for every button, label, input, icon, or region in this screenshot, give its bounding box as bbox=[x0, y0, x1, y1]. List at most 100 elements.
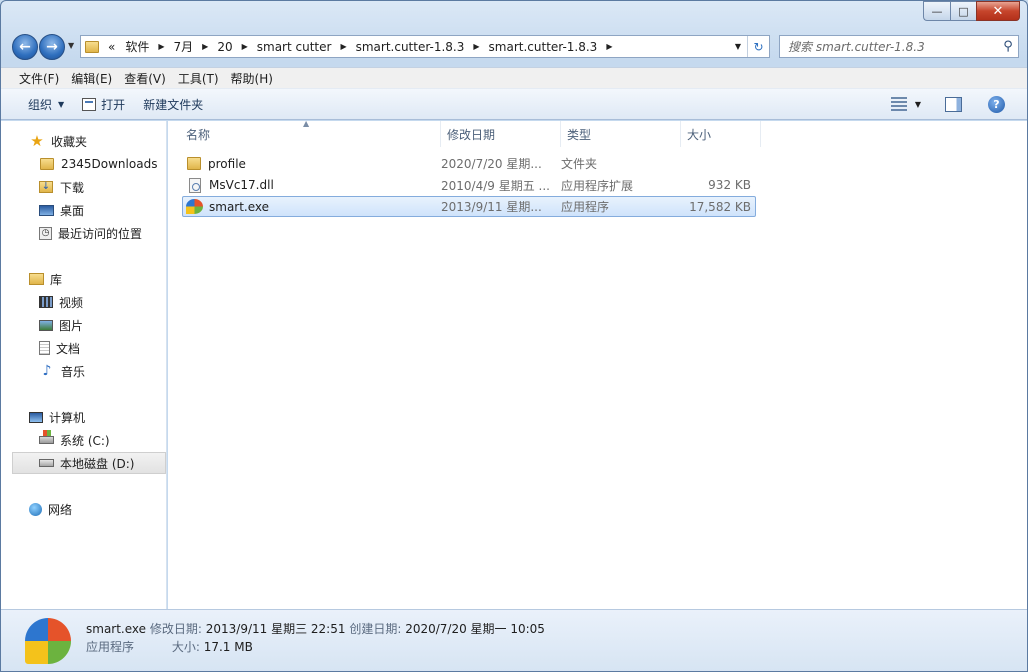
breadcrumb-item[interactable]: 软件 bbox=[120, 38, 154, 55]
folder-icon bbox=[40, 158, 54, 170]
menu-file[interactable]: 文件(F) bbox=[13, 70, 65, 87]
breadcrumb-overflow[interactable]: « bbox=[103, 40, 120, 54]
file-name-cell: profile bbox=[183, 157, 441, 171]
address-controls: ▼ ↻ bbox=[729, 36, 769, 57]
view-options-dropdown-icon[interactable]: ▼ bbox=[915, 100, 921, 109]
nav-item-desktop[interactable]: 桌面 bbox=[1, 199, 166, 221]
chevron-right-icon[interactable]: ▶ bbox=[602, 42, 616, 51]
music-note-icon: ♪ bbox=[42, 363, 52, 379]
arrow-left-icon: ← bbox=[19, 39, 31, 55]
file-list-pane: ▲ 名称 修改日期 类型 大小 profile 2020/7/20 星期... … bbox=[168, 119, 1027, 609]
menu-tools[interactable]: 工具(T) bbox=[172, 70, 225, 87]
close-button[interactable]: ✕ bbox=[976, 1, 1020, 21]
download-folder-icon: ↓ bbox=[39, 181, 53, 193]
organize-button[interactable]: 组织 ▼ bbox=[19, 92, 73, 116]
organize-label: 组织 bbox=[28, 97, 53, 112]
nav-computer[interactable]: 计算机 bbox=[1, 406, 166, 428]
column-header-type[interactable]: 类型 bbox=[561, 121, 681, 147]
back-button[interactable]: ← bbox=[12, 34, 38, 60]
file-name: profile bbox=[208, 156, 246, 171]
nav-item-recent-places[interactable]: ◷ 最近访问的位置 bbox=[1, 222, 166, 244]
file-size: 17,582 KB bbox=[689, 199, 751, 214]
recent-pages-dropdown[interactable]: ▼ bbox=[68, 41, 74, 50]
menu-edit[interactable]: 编辑(E) bbox=[65, 70, 118, 87]
file-row-smart-exe[interactable]: smart.exe 2013/9/11 星期... 应用程序 17,582 KB bbox=[182, 196, 756, 217]
view-details-icon[interactable] bbox=[890, 97, 907, 111]
nav-item-pictures[interactable]: 图片 bbox=[1, 314, 166, 336]
minimize-button[interactable]: — bbox=[923, 1, 950, 21]
chevron-right-icon[interactable]: ▶ bbox=[469, 42, 483, 51]
refresh-icon[interactable]: ↻ bbox=[747, 36, 769, 57]
column-header-size[interactable]: 大小 bbox=[681, 121, 761, 147]
details-type: 应用程序 bbox=[86, 640, 135, 654]
chevron-right-icon[interactable]: ▶ bbox=[154, 42, 168, 51]
folder-icon bbox=[85, 40, 99, 53]
search-box: ⚲ bbox=[779, 35, 1019, 58]
file-date: 2020/7/20 星期... bbox=[441, 157, 542, 171]
exe-app-icon bbox=[186, 199, 203, 214]
column-header-date[interactable]: 修改日期 bbox=[441, 121, 561, 147]
details-modified-label: 修改日期: bbox=[149, 622, 202, 636]
new-folder-label: 新建文件夹 bbox=[143, 97, 204, 112]
column-header-name[interactable]: ▲ 名称 bbox=[168, 119, 441, 147]
nav-item-videos[interactable]: 视频 bbox=[1, 291, 166, 313]
nav-label: 系统 (C:) bbox=[60, 433, 110, 448]
breadcrumb-item[interactable]: 7月 bbox=[169, 38, 199, 55]
maximize-button[interactable]: □ bbox=[950, 1, 976, 21]
breadcrumb-item[interactable]: smart.cutter-1.8.3 bbox=[484, 40, 603, 54]
nav-item-drive-c[interactable]: 系统 (C:) bbox=[1, 429, 166, 451]
dll-file-icon bbox=[189, 177, 201, 193]
nav-label: 视频 bbox=[59, 295, 84, 310]
desktop-icon bbox=[39, 204, 54, 216]
nav-libraries[interactable]: 库 bbox=[1, 268, 166, 290]
nav-network[interactable]: 网络 bbox=[1, 498, 166, 520]
nav-item-downloads[interactable]: ↓ 下载 bbox=[1, 176, 166, 198]
chevron-right-icon[interactable]: ▶ bbox=[336, 42, 350, 51]
menu-help[interactable]: 帮助(H) bbox=[225, 70, 279, 87]
nav-label: 网络 bbox=[48, 502, 73, 517]
file-name: MsVc17.dll bbox=[209, 178, 274, 192]
chevron-right-icon[interactable]: ▶ bbox=[198, 42, 212, 51]
breadcrumb-item[interactable]: smart cutter bbox=[252, 40, 337, 54]
forward-button[interactable]: → bbox=[39, 34, 65, 60]
search-input[interactable] bbox=[780, 39, 998, 54]
nav-label: 库 bbox=[50, 272, 63, 287]
breadcrumb-item[interactable]: 20 bbox=[212, 40, 237, 54]
search-icon[interactable]: ⚲ bbox=[998, 39, 1018, 54]
chevron-right-icon[interactable]: ▶ bbox=[238, 42, 252, 51]
preview-pane-icon[interactable] bbox=[945, 96, 962, 112]
nav-label: 收藏夹 bbox=[51, 134, 88, 149]
file-type: 应用程序 bbox=[561, 200, 610, 214]
new-folder-button[interactable]: 新建文件夹 bbox=[134, 92, 212, 116]
help-icon[interactable]: ? bbox=[988, 95, 1005, 113]
open-button[interactable]: 打开 bbox=[73, 92, 134, 116]
chevron-down-icon: ▼ bbox=[68, 41, 75, 50]
nav-item-drive-d[interactable]: 本地磁盘 (D:) bbox=[12, 452, 166, 474]
file-size: 932 KB bbox=[708, 178, 751, 192]
address-bar[interactable]: « 软件 ▶ 7月 ▶ 20 ▶ smart cutter ▶ smart.cutter… bbox=[80, 35, 770, 58]
file-name-cell: MsVc17.dll bbox=[183, 177, 441, 193]
document-library-icon bbox=[39, 341, 50, 355]
file-name: smart.exe bbox=[209, 199, 270, 214]
breadcrumb-item[interactable]: smart.cutter-1.8.3 bbox=[351, 40, 470, 54]
details-created-value: 2020/7/20 星期一 10:05 bbox=[405, 622, 545, 636]
address-dropdown-icon[interactable]: ▼ bbox=[729, 42, 747, 51]
navigation-row: ← → ▼ « 软件 ▶ 7月 ▶ 20 ▶ smart cutter ▶ smart.… bbox=[1, 31, 1027, 63]
breadcrumb: 软件 ▶ 7月 ▶ 20 ▶ smart cutter ▶ smart.cutter-1… bbox=[120, 36, 616, 57]
nav-item-documents[interactable]: 文档 bbox=[1, 337, 166, 359]
picture-library-icon bbox=[39, 319, 53, 331]
column-header-row: ▲ 名称 修改日期 类型 大小 bbox=[168, 119, 1027, 147]
file-row-profile[interactable]: profile 2020/7/20 星期... 文件夹 bbox=[182, 153, 756, 174]
nav-item-music[interactable]: ♪ 音乐 bbox=[1, 360, 166, 382]
command-bar: 组织 ▼ 打开 新建文件夹 ▼ ? bbox=[1, 88, 1027, 120]
sort-ascending-icon: ▲ bbox=[303, 119, 310, 128]
nav-item-2345downloads[interactable]: 2345Downloads bbox=[1, 153, 166, 175]
details-line-1: smart.exe 修改日期: 2013/9/11 星期三 22:51 创建日期… bbox=[86, 620, 545, 637]
nav-label: 音乐 bbox=[61, 364, 86, 379]
nav-label: 2345Downloads bbox=[61, 157, 158, 171]
star-icon: ★ bbox=[30, 132, 44, 150]
menu-view[interactable]: 查看(V) bbox=[118, 70, 172, 87]
nav-favorites[interactable]: ★ 收藏夹 bbox=[1, 130, 166, 152]
file-row-msvc17-dll[interactable]: MsVc17.dll 2010/4/9 星期五 ... 应用程序扩展 932 K… bbox=[182, 175, 756, 196]
folder-icon bbox=[187, 157, 201, 170]
